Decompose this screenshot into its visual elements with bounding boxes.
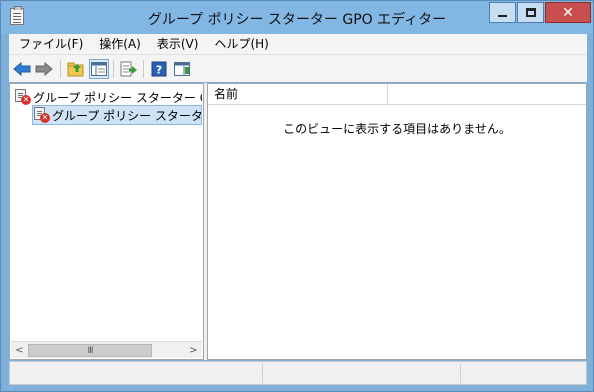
console-tree: ✕ グループ ポリシー スターター GPO エディター ✕ グループ ポリシー … — [9, 83, 204, 360]
status-bar — [9, 361, 587, 385]
tree-item-starter-gpo[interactable]: ✕ グループ ポリシー スターター GPO — [32, 105, 202, 125]
forward-button[interactable] — [34, 59, 54, 79]
column-header: 名前 — [208, 84, 586, 105]
scrollbar-thumb[interactable]: III — [28, 344, 152, 357]
show-hide-tree-button[interactable] — [89, 59, 109, 79]
show-hide-tree-icon — [91, 62, 107, 76]
toolbar: ? — [9, 54, 587, 82]
maximize-button[interactable] — [517, 2, 544, 23]
menu-bar: ファイル(F) 操作(A) 表示(V) ヘルプ(H) — [9, 34, 587, 54]
show-hide-action-pane-icon — [174, 62, 190, 76]
horizontal-scrollbar[interactable]: < III > — [11, 341, 202, 358]
main-content: ✕ グループ ポリシー スターター GPO エディター ✕ グループ ポリシー … — [9, 83, 587, 360]
maximize-icon — [525, 8, 536, 17]
empty-list-message: このビューに表示する項目はありません。 — [283, 122, 511, 136]
menu-help[interactable]: ヘルプ(H) — [206, 35, 276, 53]
toolbar-separator — [60, 60, 61, 78]
status-bar-divider — [460, 364, 461, 383]
up-one-level-button[interactable] — [66, 59, 86, 79]
chevron-left-icon: < — [15, 345, 24, 356]
tree-item-label: グループ ポリシー スターター GPO エディター — [33, 90, 202, 105]
tree-item-label: グループ ポリシー スターター GPO — [52, 108, 202, 123]
column-header-name[interactable]: 名前 — [208, 84, 388, 105]
app-window: グループ ポリシー スターター GPO エディター ✕ ファイル(F) 操作(A… — [0, 0, 594, 392]
up-folder-icon — [67, 62, 84, 77]
title-bar[interactable]: グループ ポリシー スターター GPO エディター ✕ — [1, 1, 593, 34]
toolbar-separator — [143, 60, 144, 78]
close-button[interactable]: ✕ — [545, 2, 591, 23]
status-bar-divider — [262, 364, 263, 383]
tree-item-root[interactable]: ✕ グループ ポリシー スターター GPO エディター — [14, 87, 202, 107]
show-hide-action-pane-button[interactable] — [172, 59, 192, 79]
back-arrow-icon — [13, 62, 31, 76]
menu-action[interactable]: 操作(A) — [91, 35, 149, 53]
help-icon: ? — [151, 61, 167, 77]
forward-arrow-icon — [35, 62, 53, 76]
export-list-icon — [120, 61, 137, 77]
svg-text:?: ? — [156, 64, 162, 77]
gpo-error-icon: ✕ — [33, 107, 50, 123]
menu-file[interactable]: ファイル(F) — [9, 35, 91, 53]
toolbar-separator — [113, 60, 114, 78]
chevron-right-icon: > — [189, 345, 198, 356]
result-pane: 名前 このビューに表示する項目はありません。 — [207, 83, 587, 360]
export-list-button[interactable] — [119, 59, 139, 79]
back-button[interactable] — [12, 59, 32, 79]
minimize-button[interactable] — [489, 2, 516, 23]
grip-icon: III — [87, 345, 94, 356]
help-button[interactable]: ? — [149, 59, 169, 79]
scroll-right-button[interactable]: > — [185, 343, 202, 358]
minimize-icon — [498, 15, 507, 17]
gpo-error-icon: ✕ — [14, 89, 31, 105]
menu-view[interactable]: 表示(V) — [149, 35, 207, 53]
scroll-left-button[interactable]: < — [11, 343, 28, 358]
close-icon: ✕ — [562, 4, 574, 21]
